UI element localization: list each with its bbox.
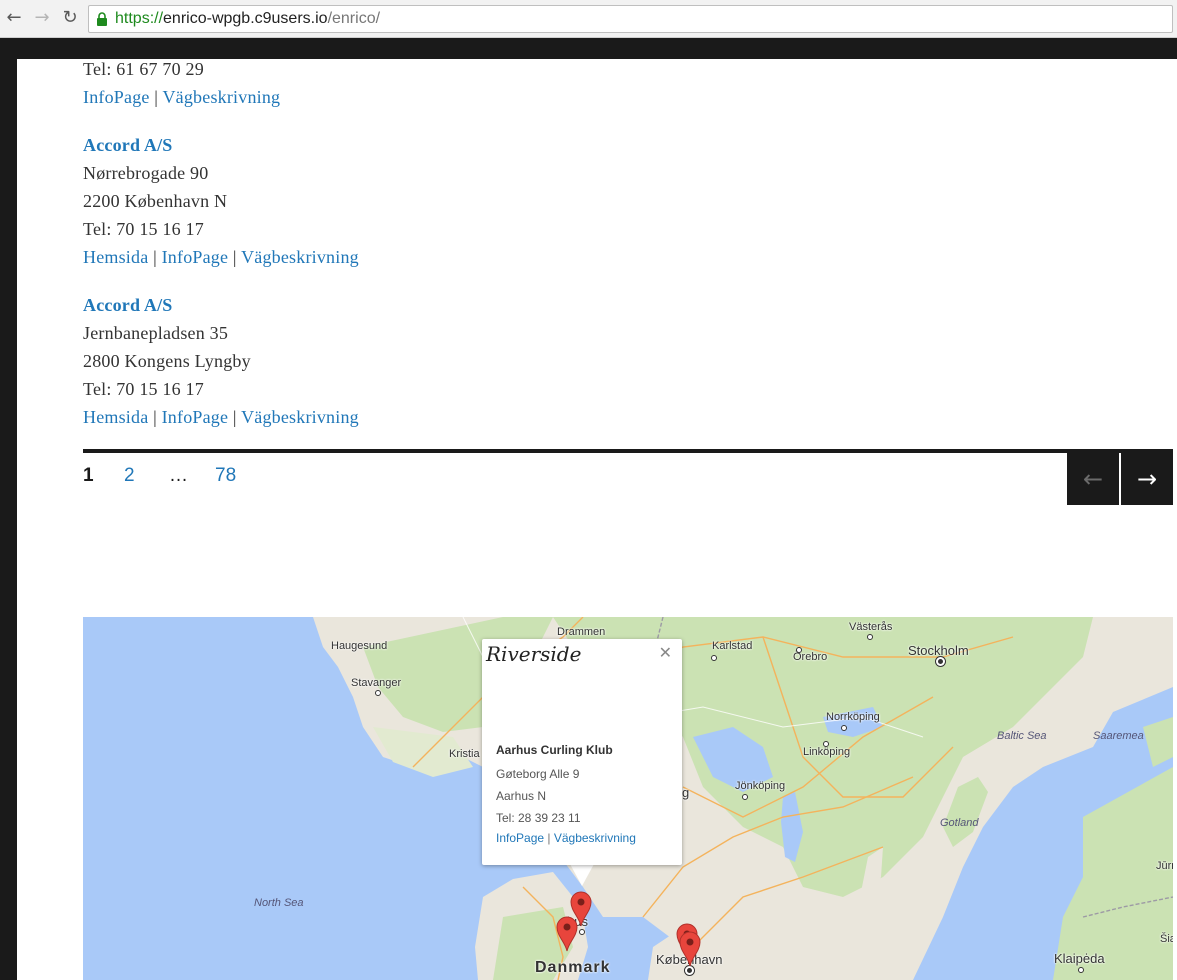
listing: Tel: 61 67 70 29 InfoPage | Vägbeskrivni…	[83, 59, 1107, 431]
info-links: InfoPage | Vägbeskrivning	[496, 831, 636, 845]
link-separator: |	[154, 87, 159, 107]
browser-toolbar: ← → ↻ https://enrico-wpgb.c9users.io/enr…	[0, 0, 1177, 38]
map[interactable]: Drammen Haugesund Stavanger Kristia Karl…	[83, 617, 1173, 980]
infopage-link[interactable]: InfoPage	[496, 831, 544, 845]
homepage-link[interactable]: Hemsida	[83, 247, 148, 267]
logo-text: Riverside	[485, 642, 581, 666]
info-phone: Tel: 28 39 23 11	[496, 811, 581, 825]
place-label: Gotland	[940, 817, 979, 829]
arrow-right-icon: →	[1136, 465, 1158, 493]
link-separator: |	[153, 407, 157, 427]
capital-marker	[938, 659, 943, 664]
map-marker-icon[interactable]	[556, 916, 578, 952]
map-info-window: ✕ Riverside Aarhus Curling Klub Gøteborg…	[482, 639, 682, 865]
city-marker	[375, 690, 381, 696]
link-separator: |	[153, 247, 157, 267]
entry-links: InfoPage | Vägbeskrivning	[83, 83, 1107, 111]
place-label: Haugesund	[331, 640, 388, 652]
list-item: Accord A/S Nørrebrogade 90 2200 Københav…	[83, 131, 1107, 271]
place-label: Drammen	[557, 626, 606, 638]
water-label: North Sea	[254, 897, 304, 909]
lock-icon	[97, 12, 107, 26]
directions-link[interactable]: Vägbeskrivning	[162, 87, 280, 107]
info-title: Aarhus Curling Klub	[496, 743, 613, 757]
url-text: https://enrico-wpgb.c9users.io/enrico/	[115, 10, 381, 27]
page-content: Tel: 61 67 70 29 InfoPage | Vägbeskrivni…	[17, 59, 1177, 980]
place-label: Linköping	[803, 746, 851, 758]
link-separator: |	[232, 407, 237, 427]
page-ellipsis: …	[169, 465, 188, 486]
close-icon[interactable]: ✕	[659, 643, 672, 663]
forward-button[interactable]: →	[32, 8, 52, 28]
street-address: Nørrebrogade 90	[83, 163, 209, 183]
prev-page-button[interactable]: ←	[1067, 453, 1119, 505]
place-label: Kristia	[449, 748, 480, 760]
phone: Tel: 70 15 16 17	[83, 219, 204, 239]
address-bar[interactable]: https://enrico-wpgb.c9users.io/enrico/	[88, 5, 1173, 33]
city-address: 2800 Kongens Lyngby	[83, 351, 251, 371]
infopage-link[interactable]: InfoPage	[83, 87, 150, 107]
place-label: g	[682, 785, 690, 800]
page-current: 1	[83, 465, 94, 486]
reload-button[interactable]: ↻	[60, 8, 80, 28]
back-button[interactable]: ←	[4, 8, 24, 28]
place-label: Västerås	[849, 621, 893, 633]
country-label: Danmark	[535, 959, 611, 976]
city-marker	[867, 634, 873, 640]
place-label: Klaipėda	[1054, 951, 1105, 966]
place-label: Stavanger	[351, 677, 402, 689]
water-label: Baltic Sea	[997, 730, 1047, 742]
place-label: Šia	[1160, 933, 1173, 945]
company-name-link[interactable]: Accord A/S	[83, 291, 1107, 319]
street-address: Jernbanepladsen 35	[83, 323, 229, 343]
city-marker	[823, 741, 829, 747]
company-name-link[interactable]: Accord A/S	[83, 131, 1107, 159]
place-label: Jūrm	[1156, 860, 1173, 872]
entry-links: Hemsida | InfoPage | Vägbeskrivning	[83, 243, 1107, 271]
list-item: Tel: 61 67 70 29 InfoPage | Vägbeskrivni…	[83, 59, 1107, 111]
city-address: 2200 København N	[83, 191, 228, 211]
directions-link[interactable]: Vägbeskrivning	[554, 831, 636, 845]
place-label: Karlstad	[712, 640, 753, 652]
place-label: Saaremea	[1093, 730, 1144, 742]
info-city: Aarhus N	[496, 789, 547, 803]
place-label: Stockholm	[908, 643, 969, 658]
list-item: Accord A/S Jernbanepladsen 35 2800 Konge…	[83, 291, 1107, 431]
place-label: Jönköping	[735, 780, 786, 792]
link-separator: |	[232, 247, 237, 267]
entry-links: Hemsida | InfoPage | Vägbeskrivning	[83, 403, 1107, 431]
page-link-last[interactable]: 78	[215, 465, 236, 487]
page-link-2[interactable]: 2	[124, 465, 135, 487]
info-window-pointer	[570, 864, 594, 886]
infopage-link[interactable]: InfoPage	[162, 247, 229, 267]
capital-marker	[687, 968, 692, 973]
city-marker	[742, 794, 748, 800]
next-page-button[interactable]: →	[1121, 453, 1173, 505]
city-marker	[841, 725, 847, 731]
directions-link[interactable]: Vägbeskrivning	[241, 407, 359, 427]
arrow-left-icon: ←	[1082, 465, 1104, 493]
city-marker	[579, 929, 585, 935]
city-marker	[796, 647, 802, 653]
homepage-link[interactable]: Hemsida	[83, 407, 148, 427]
divider	[83, 449, 1173, 453]
riverside-logo: Riverside	[485, 642, 581, 666]
map-marker-icon[interactable]	[679, 931, 701, 967]
phone: Tel: 70 15 16 17	[83, 379, 204, 399]
directions-link[interactable]: Vägbeskrivning	[241, 247, 359, 267]
link-separator: |	[547, 831, 551, 845]
place-label: Norrköping	[826, 711, 880, 723]
phone: Tel: 61 67 70 29	[83, 59, 204, 79]
city-marker	[1078, 967, 1084, 973]
infopage-link[interactable]: InfoPage	[162, 407, 229, 427]
info-street: Gøteborg Alle 9	[496, 767, 580, 781]
city-marker	[711, 655, 717, 661]
